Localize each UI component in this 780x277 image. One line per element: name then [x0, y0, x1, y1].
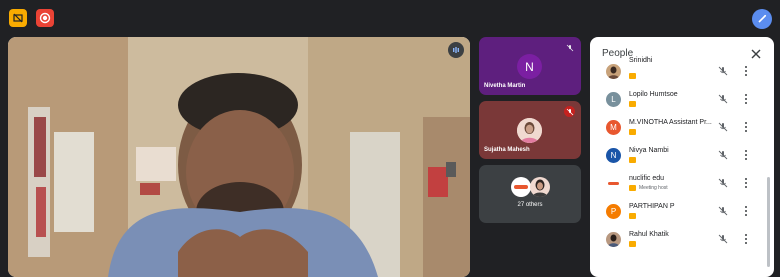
- mic-off-icon: [718, 178, 728, 188]
- participant-name: Srinidhi: [629, 57, 653, 64]
- list-item[interactable]: N Nivya Nambi: [590, 143, 766, 171]
- list-item[interactable]: Srinidhi: [590, 57, 766, 87]
- badge: [629, 101, 636, 107]
- more-options-icon[interactable]: [744, 177, 748, 189]
- participant-name: M.VINOTHA Assistant Pr...: [629, 119, 712, 126]
- avatar: P: [606, 204, 621, 219]
- main-video-tile[interactable]: [8, 37, 470, 277]
- more-options-icon[interactable]: [744, 149, 748, 161]
- more-options-icon[interactable]: [744, 205, 748, 217]
- record-icon[interactable]: [36, 9, 54, 27]
- participant-tile[interactable]: Sujatha Mahesh: [479, 101, 581, 159]
- avatar: M: [606, 120, 621, 135]
- participant-name: Sujatha Mahesh: [484, 147, 530, 153]
- participant-tile[interactable]: N Nivetha Martin: [479, 37, 581, 95]
- avatar: [606, 64, 621, 79]
- speaker-video: [8, 37, 470, 277]
- badge: [629, 73, 636, 79]
- list-item[interactable]: nuclific edu Meeting host: [590, 171, 766, 199]
- avatar: L: [606, 92, 621, 107]
- avatar: N: [517, 54, 542, 79]
- people-panel: People Srinidhi L Lopilo Humtsoe M M.VIN…: [590, 37, 774, 277]
- avatar: [606, 232, 621, 247]
- avatar: [530, 177, 550, 197]
- badge: [629, 241, 636, 247]
- more-options-icon[interactable]: [744, 93, 748, 105]
- close-icon[interactable]: [750, 47, 762, 59]
- list-item[interactable]: Rahul Khatik: [590, 227, 766, 255]
- scrollbar[interactable]: [767, 177, 770, 267]
- avatar: N: [606, 148, 621, 163]
- more-options-icon[interactable]: [744, 121, 748, 133]
- present-icon[interactable]: [9, 9, 27, 27]
- mic-off-icon: [718, 150, 728, 160]
- participant-name: Nivya Nambi: [629, 147, 669, 154]
- avatar: [511, 177, 531, 197]
- others-tile[interactable]: 27 others: [479, 165, 581, 223]
- badge: [629, 213, 636, 219]
- badge: [629, 129, 636, 135]
- mic-off-icon: [718, 234, 728, 244]
- mic-off-icon: [718, 206, 728, 216]
- more-options-icon[interactable]: [744, 65, 748, 77]
- audio-level-icon: [448, 42, 464, 58]
- list-item[interactable]: P PARTHIPAN P: [590, 199, 766, 227]
- participant-name: Nivetha Martin: [484, 83, 526, 89]
- participant-name: PARTHIPAN P: [629, 203, 675, 210]
- mic-off-icon: [564, 42, 575, 53]
- mic-off-icon: [718, 66, 728, 76]
- list-item[interactable]: M M.VINOTHA Assistant Pr...: [590, 115, 766, 143]
- participant-name: nuclific edu: [629, 175, 665, 182]
- list-item[interactable]: L Lopilo Humtsoe: [590, 87, 766, 115]
- mic-off-icon: [564, 106, 575, 117]
- badge: [629, 157, 636, 163]
- top-bar: [0, 0, 780, 36]
- pen-icon[interactable]: [752, 9, 772, 29]
- avatar: [517, 118, 542, 143]
- others-count: 27 others: [517, 202, 543, 208]
- mic-off-icon: [718, 94, 728, 104]
- participant-name: Lopilo Humtsoe: [629, 91, 678, 98]
- badge: [629, 185, 636, 191]
- more-options-icon[interactable]: [744, 233, 748, 245]
- participant-name: Rahul Khatik: [629, 231, 669, 238]
- mic-off-icon: [718, 122, 728, 132]
- host-label: Meeting host: [639, 185, 668, 191]
- avatar: [606, 176, 621, 191]
